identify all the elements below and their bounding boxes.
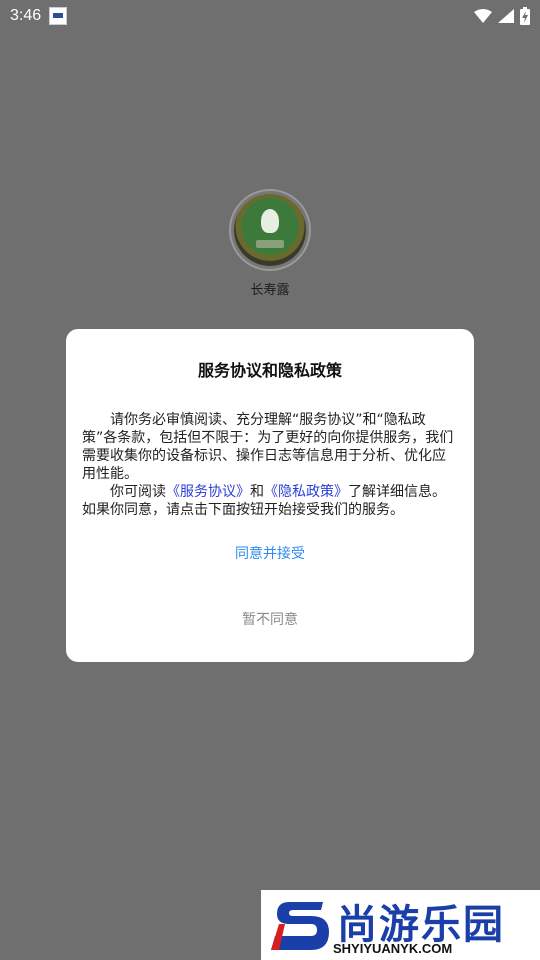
agree-button[interactable]: 同意并接受: [235, 543, 305, 563]
dialog-paragraph-2: 你可阅读《服务协议》和《隐私政策》了解详细信息。如果你同意，请点击下面按钮开始接…: [82, 483, 458, 519]
privacy-dialog: 服务协议和隐私政策 请你务必审慎阅读、充分理解“服务协议”和“隐私政策”各条款，…: [66, 329, 474, 662]
privacy-policy-link[interactable]: 《隐私政策》: [264, 484, 348, 500]
watermark-s-logo-icon: [271, 894, 331, 958]
cell-signal-icon: [498, 9, 514, 23]
app-notification-icon: [49, 7, 68, 25]
para2-and: 和: [250, 484, 264, 500]
dialog-body: 请你务必审慎阅读、充分理解“服务协议”和“隐私政策”各条款，包括但不限于：为了更…: [82, 411, 458, 519]
watermark: 尚游乐园 SHYIYUANYK.COM: [261, 890, 540, 960]
service-agreement-link[interactable]: 《服务协议》: [166, 484, 250, 500]
para2-prefix: 你可阅读: [110, 484, 166, 500]
wifi-icon: [474, 9, 492, 23]
watermark-url: SHYIYUANYK.COM: [333, 941, 453, 956]
disagree-button[interactable]: 暂不同意: [242, 609, 298, 629]
app-logo: [229, 189, 311, 271]
app-name: 长寿露: [250, 283, 290, 298]
battery-charging-icon: [520, 7, 530, 25]
status-icons: [474, 7, 530, 25]
app-logo-emblem-icon: [234, 194, 306, 266]
status-time: 3:46: [10, 7, 42, 24]
dialog-paragraph-1: 请你务必审慎阅读、充分理解“服务协议”和“隐私政策”各条款，包括但不限于：为了更…: [82, 412, 454, 482]
status-bar: 3:46: [0, 0, 540, 32]
dialog-title: 服务协议和隐私政策: [197, 361, 342, 380]
